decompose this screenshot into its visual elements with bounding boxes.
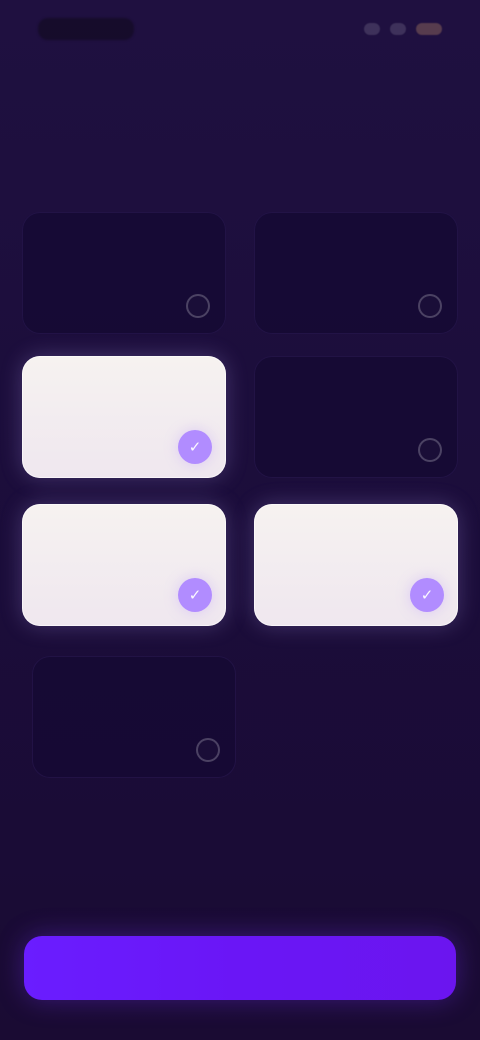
onboarding-screen: ✓ ✓ ✓ ✓ ✓ ✓ ✓ — [0, 0, 480, 1040]
option-card-6-check-icon: ✓ — [410, 578, 444, 612]
option-card-1-check-icon: ✓ — [186, 294, 210, 318]
option-card-2-label — [272, 234, 422, 274]
option-card-6[interactable]: ✓ — [254, 504, 458, 626]
option-card-5-label — [40, 526, 190, 566]
option-card-2-check-icon: ✓ — [418, 294, 442, 318]
option-card-1-label — [40, 234, 190, 274]
status-bar — [0, 0, 480, 64]
option-card-3-label — [40, 378, 190, 418]
option-card-7-check-icon: ✓ — [196, 738, 220, 762]
option-card-5[interactable]: ✓ — [22, 504, 226, 626]
option-card-3-check-icon: ✓ — [178, 430, 212, 464]
option-card-4-label — [272, 378, 422, 418]
option-card-1[interactable]: ✓ — [22, 212, 226, 334]
battery-icon — [416, 23, 442, 35]
option-card-3[interactable]: ✓ — [22, 356, 226, 478]
wifi-icon — [390, 23, 406, 35]
option-card-2[interactable]: ✓ — [254, 212, 458, 334]
status-icons — [364, 20, 442, 38]
option-card-5-check-icon: ✓ — [178, 578, 212, 612]
option-card-7[interactable]: ✓ — [32, 656, 236, 778]
status-time — [38, 18, 134, 40]
option-card-6-label — [272, 526, 422, 566]
continue-button[interactable] — [24, 936, 456, 1000]
signal-icon — [364, 23, 380, 35]
option-card-7-label — [50, 678, 200, 718]
options-grid: ✓ ✓ ✓ ✓ ✓ ✓ ✓ — [22, 212, 458, 812]
option-card-4[interactable]: ✓ — [254, 356, 458, 478]
option-card-4-check-icon: ✓ — [418, 438, 442, 462]
